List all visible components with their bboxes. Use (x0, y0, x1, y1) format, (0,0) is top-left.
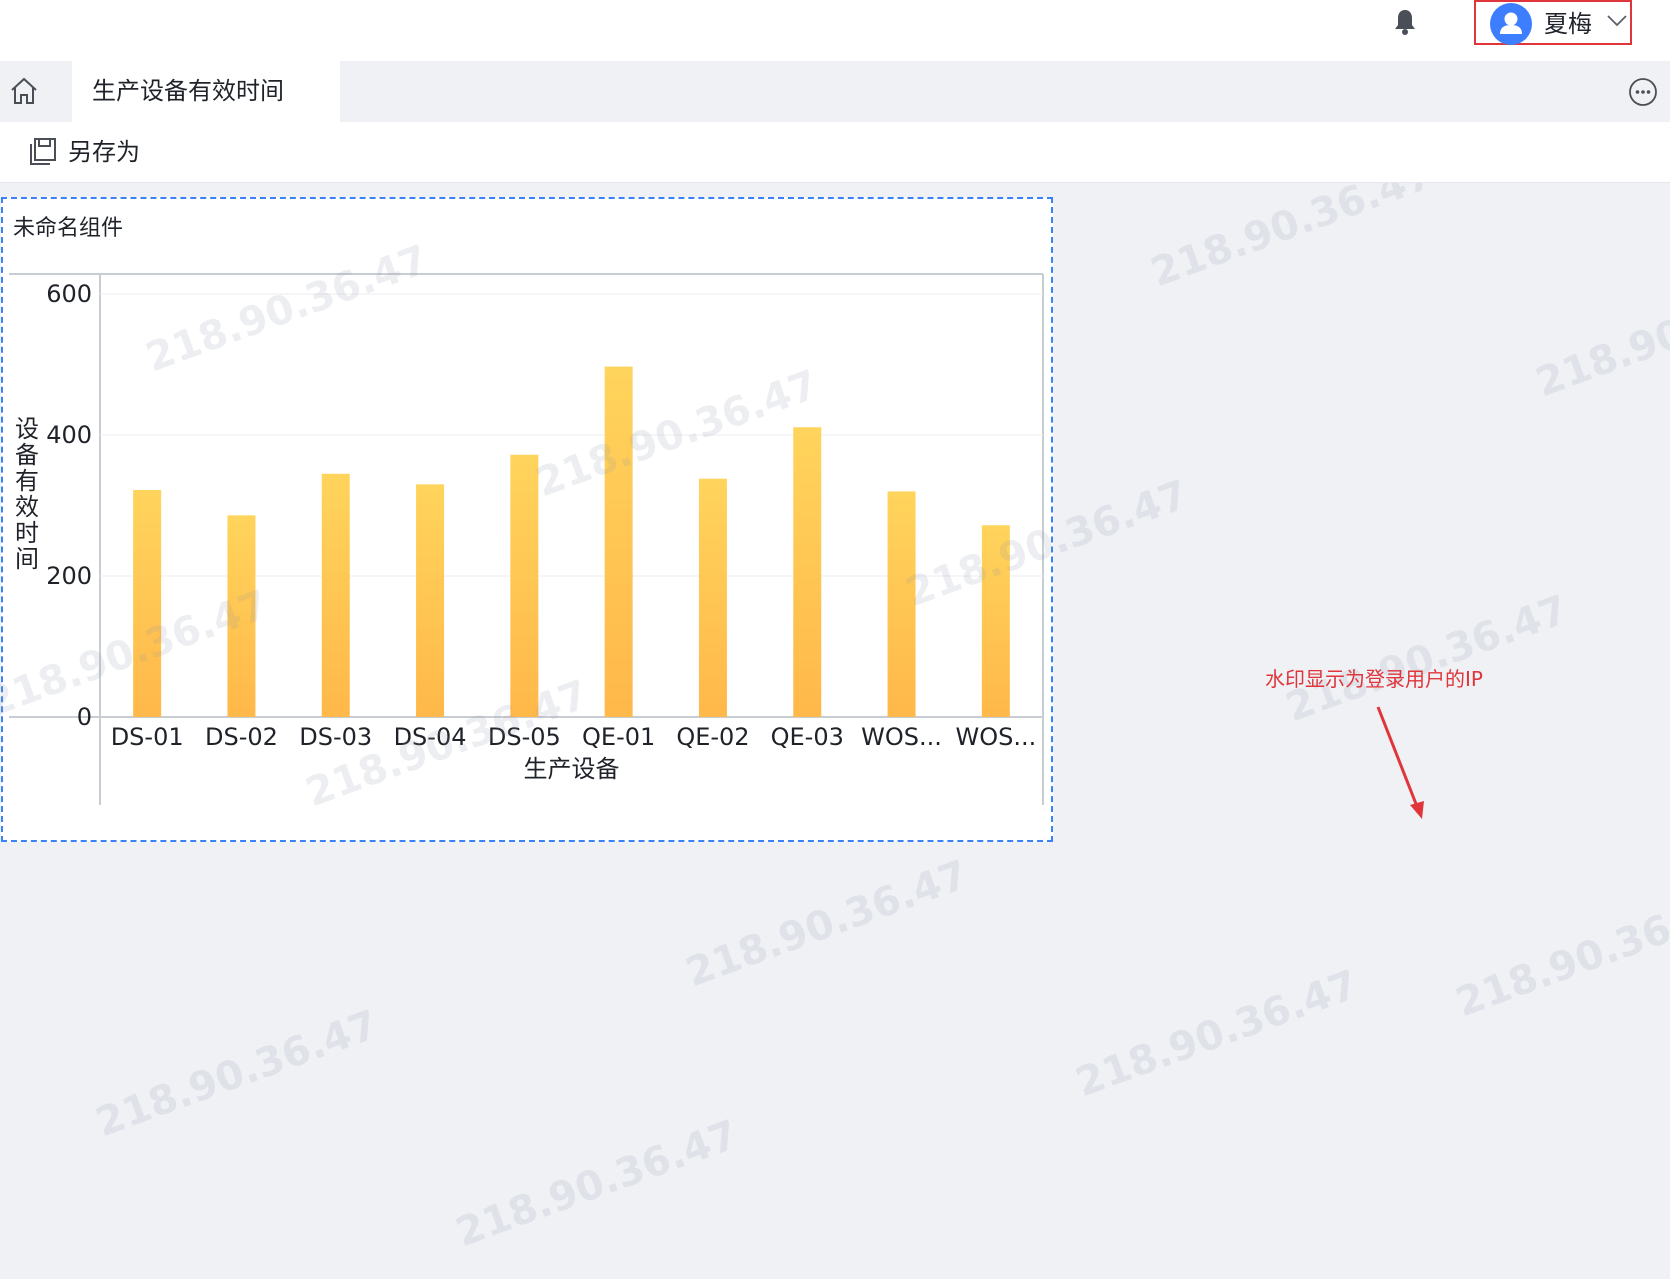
bar (416, 484, 445, 717)
tab-label: 生产设备有效时间 (92, 77, 284, 105)
annotation-text: 水印显示为登录用户的IP (1265, 667, 1483, 691)
x-tick-label: DS-02 (205, 723, 278, 751)
y-axis-title: 设备有效时间 (15, 415, 39, 573)
x-tick-label: WOS... (861, 723, 942, 751)
toolbar: 另存为 (0, 122, 1670, 183)
annotation-arrow-icon (1376, 706, 1424, 819)
user-menu[interactable]: 夏梅 (1474, 0, 1632, 45)
x-tick-label: QE-01 (582, 723, 655, 751)
x-axis-title: 生产设备 (524, 755, 620, 783)
y-tick-label: 0 (77, 703, 92, 731)
y-axis-title-char: 设 (15, 415, 39, 443)
y-tick-label: 200 (46, 562, 92, 590)
bar-chart: 0 200 400 600 DS-01 DS-02 DS-03 DS-04 DS-05 QE-01… (9, 273, 1044, 805)
y-axis-title-char: 间 (15, 545, 39, 573)
dashboard-canvas: 未命名组件 0 200 400 600 DS-01 DS-02 DS-03 DS-04 DS-0… (0, 183, 1670, 1279)
y-tick-label: 400 (46, 421, 92, 449)
watermark-text: 218.90.36.47 (1070, 961, 1364, 1107)
watermark-text: 218.90.36.47 (680, 851, 974, 997)
tab-bar: 生产设备有效时间 (0, 61, 1670, 122)
home-icon[interactable] (8, 75, 40, 107)
bar (321, 473, 350, 717)
bar (510, 454, 539, 717)
y-axis-title-char: 有 (15, 467, 39, 495)
x-tick-label: QE-02 (676, 723, 749, 751)
y-tick-label: 600 (46, 280, 92, 308)
y-axis-title-char: 备 (15, 441, 39, 469)
bar (698, 478, 727, 717)
more-options-icon[interactable] (1628, 77, 1658, 107)
watermark-text: 218.90.36.47 (450, 1111, 744, 1257)
watermark-text: 218.90.36.47 (1530, 261, 1670, 407)
watermark-text: 218.90.36.47 (90, 1001, 384, 1147)
user-avatar-icon (1490, 3, 1532, 45)
save-as-label: 另存为 (68, 138, 140, 166)
x-tick-label: DS-03 (299, 723, 372, 751)
watermark-text: 218.90.36.47 (1145, 183, 1439, 297)
bar (793, 427, 822, 717)
x-tick-label: DS-01 (111, 723, 184, 751)
top-bar: 夏梅 (0, 0, 1670, 61)
save-as-icon (30, 138, 56, 165)
tab-production-equipment[interactable]: 生产设备有效时间 (72, 61, 340, 122)
x-tick-label: QE-03 (771, 723, 844, 751)
x-tick-label: WOS... (955, 723, 1036, 751)
x-tick-label: DS-04 (394, 723, 467, 751)
bell-icon[interactable] (1392, 8, 1418, 36)
bar (227, 515, 256, 717)
bar (604, 366, 633, 717)
bar (981, 525, 1010, 717)
chart-widget[interactable]: 未命名组件 0 200 400 600 DS-01 DS-02 DS-03 DS-04 DS-0… (1, 197, 1053, 842)
x-tick-label: DS-05 (488, 723, 561, 751)
bar (133, 489, 162, 717)
y-axis-title-char: 效 (15, 493, 39, 521)
watermark-text: 218.90.36.47 (1450, 881, 1670, 1027)
bar (887, 491, 916, 717)
user-name: 夏梅 (1544, 10, 1592, 38)
chevron-down-icon[interactable] (1606, 14, 1628, 28)
y-axis-title-char: 时 (15, 519, 39, 547)
